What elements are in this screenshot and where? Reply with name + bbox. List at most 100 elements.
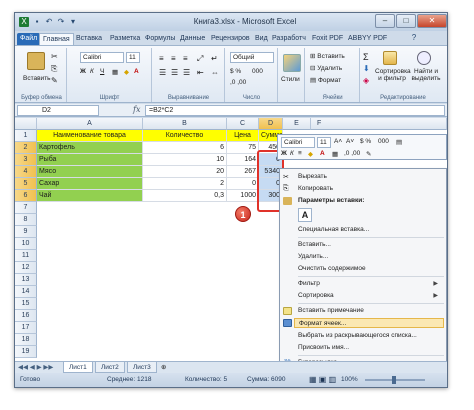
row-header[interactable]: 2 [15, 142, 37, 154]
save-icon[interactable]: ▪ [32, 17, 42, 27]
merge-icon[interactable]: ⇔ [211, 68, 219, 77]
mini-format-icon[interactable]: ▤ [396, 138, 402, 146]
row-header[interactable]: 19 [15, 346, 37, 358]
column-header-c[interactable]: C [227, 118, 259, 130]
bold-button[interactable]: Ж [80, 68, 86, 75]
name-box[interactable]: D2 [17, 105, 99, 116]
clear-icon[interactable]: ◈ [363, 76, 369, 85]
tab-review[interactable]: Рецензиров [208, 33, 253, 45]
menu-item-format-cells[interactable]: Формат ячеек... [294, 318, 444, 328]
sheet-tab-3[interactable]: Лист3 [127, 362, 157, 373]
view-mode-icons[interactable]: ▦ ▣ ▥ [309, 373, 336, 387]
table-cell[interactable]: Сахар [37, 178, 143, 190]
row-header[interactable]: 8 [15, 214, 37, 226]
table-cell[interactable]: 267 [227, 166, 259, 178]
undo-icon[interactable]: ↶ [44, 17, 54, 27]
table-header-cell[interactable]: Наименование товара [37, 130, 143, 142]
autosum-icon[interactable]: Σ [363, 52, 369, 62]
find-select-button[interactable]: Найти и выделить [411, 68, 441, 82]
row-header[interactable]: 1 [15, 130, 37, 142]
zoom-slider-thumb[interactable] [392, 376, 396, 384]
mini-font-combo[interactable]: Calibri [281, 137, 315, 148]
menu-item-pick-from-list[interactable]: Выбрать из раскрывающегося списка... [298, 331, 444, 341]
new-sheet-icon[interactable]: ⊕ [161, 363, 166, 371]
mini-borders-icon[interactable]: ▦ [332, 150, 338, 158]
table-cell[interactable]: 164 [227, 154, 259, 166]
copy-icon[interactable]: ⎘ [51, 64, 57, 74]
underline-button[interactable]: Ч [100, 68, 104, 75]
column-header-a[interactable]: A [37, 118, 143, 130]
styles-icon[interactable] [283, 54, 301, 72]
redo-icon[interactable]: ↷ [56, 17, 66, 27]
row-header[interactable]: 3 [15, 154, 37, 166]
row-header[interactable]: 5 [15, 178, 37, 190]
help-icon[interactable]: ? [409, 33, 419, 43]
tab-layout[interactable]: Разметка [107, 33, 143, 45]
table-cell[interactable]: Мясо [37, 166, 143, 178]
format-painter-icon[interactable]: ✎ [51, 76, 58, 85]
row-header[interactable]: 7 [15, 202, 37, 214]
mini-paint-icon[interactable]: ✎ [366, 150, 371, 158]
insert-cells-button[interactable]: ⊞ Вставить [310, 52, 345, 60]
mini-decimal-icon[interactable]: ,0 ,00 [344, 150, 360, 157]
row-header[interactable]: 12 [15, 262, 37, 274]
menu-item-paste-special[interactable]: Специальная вставка... [298, 225, 444, 235]
row-header[interactable]: 6 [15, 190, 37, 202]
table-cell[interactable]: 1000 [227, 190, 259, 202]
align-top-icon[interactable]: ≡ [159, 54, 164, 63]
paste-option-button[interactable]: A [298, 208, 312, 222]
mini-shrink-font-icon[interactable]: A˅ [346, 138, 354, 145]
fx-icon[interactable]: fx [133, 105, 140, 114]
row-header[interactable]: 9 [15, 226, 37, 238]
fill-icon[interactable]: ⬇ [363, 64, 370, 73]
mini-size-combo[interactable]: 11 [317, 137, 331, 148]
sort-filter-button[interactable]: Сортировка и фильтр [375, 68, 411, 82]
row-header[interactable]: 13 [15, 274, 37, 286]
paste-button[interactable]: Вставить [23, 75, 51, 82]
close-button[interactable]: ✕ [417, 14, 447, 28]
align-left-icon[interactable]: ☰ [159, 68, 166, 77]
row-header[interactable]: 10 [15, 238, 37, 250]
decimal-icon[interactable]: ,0 ,00 [230, 79, 246, 86]
mini-currency-icon[interactable]: $ % [360, 138, 371, 145]
select-all-corner[interactable] [15, 118, 37, 130]
delete-cells-button[interactable]: ⊟ Удалить [310, 64, 342, 72]
italic-button[interactable]: К [90, 68, 94, 75]
mini-grow-font-icon[interactable]: A˄ [334, 138, 342, 145]
mini-fill-color-icon[interactable]: ◆ [308, 150, 313, 158]
align-bottom-icon[interactable]: ≡ [183, 54, 188, 63]
table-header-cell[interactable]: Количество [143, 130, 227, 142]
borders-icon[interactable]: ▦ [112, 68, 118, 76]
orientation-icon[interactable]: ⤢ [197, 54, 203, 64]
menu-item-define-name[interactable]: Присвоить имя... [298, 343, 444, 353]
menu-item-copy[interactable]: Копировать [298, 184, 444, 194]
tab-insert[interactable]: Вставка [73, 33, 105, 45]
column-header-f[interactable]: F [311, 118, 447, 130]
tab-file[interactable]: Файл [17, 33, 41, 45]
currency-icon[interactable]: $ % [230, 68, 241, 75]
column-header-e[interactable]: E [283, 118, 311, 130]
tab-view[interactable]: Вид [252, 33, 271, 45]
tab-formulas[interactable]: Формулы [142, 33, 178, 45]
format-cells-button[interactable]: ▤ Формат [310, 76, 341, 84]
menu-item-clear-contents[interactable]: Очистить содержимое [298, 264, 444, 274]
font-name-combo[interactable]: Calibri [80, 52, 124, 63]
formula-input[interactable]: =B2*C2 [145, 105, 445, 116]
table-cell[interactable]: Рыба [37, 154, 143, 166]
find-select-icon[interactable] [417, 51, 431, 65]
font-color-icon[interactable]: A [134, 68, 139, 75]
row-header[interactable]: 18 [15, 334, 37, 346]
tab-home[interactable]: Главная [39, 33, 74, 45]
menu-item-sort[interactable]: Сортировка ▶ [298, 291, 444, 301]
menu-item-filter[interactable]: Фильтр ▶ [298, 279, 444, 289]
sheet-tab-2[interactable]: Лист2 [95, 362, 125, 373]
table-header-cell[interactable]: Цена [227, 130, 259, 142]
indent-icon[interactable]: ⇤ [197, 68, 204, 77]
column-header-d[interactable]: D [259, 118, 283, 130]
minimize-button[interactable]: – [375, 14, 395, 28]
styles-button[interactable]: Стили [281, 76, 300, 83]
tab-abbyy[interactable]: ABBYY PDF [345, 33, 390, 45]
align-right-icon[interactable]: ☰ [183, 68, 190, 77]
menu-item-cut[interactable]: Вырезать [298, 172, 444, 182]
row-header[interactable]: 4 [15, 166, 37, 178]
